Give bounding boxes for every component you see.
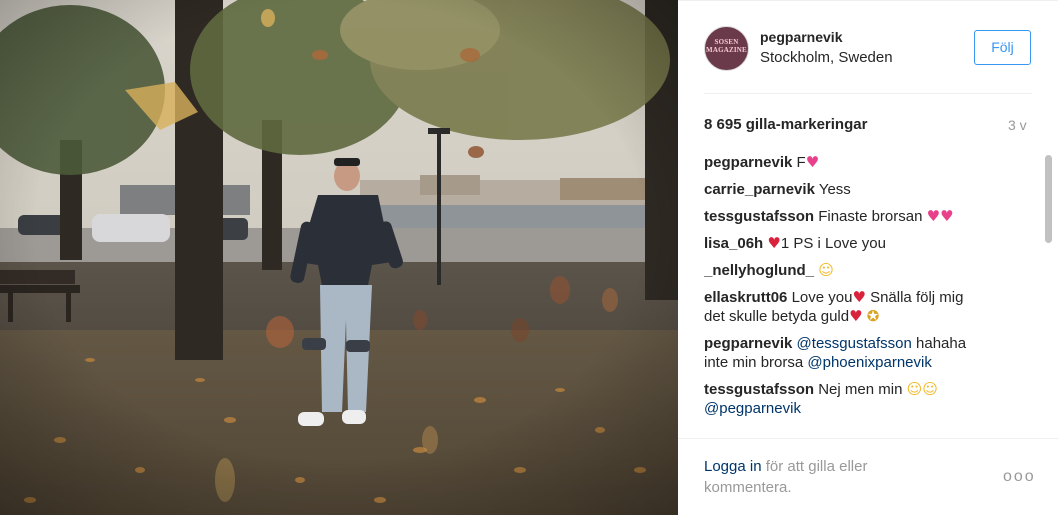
comments-scrollbar[interactable] [1045,153,1052,436]
medal-icon: ✪ [866,307,880,325]
username-link[interactable]: pegparnevik [760,29,842,45]
kissing-face-icon: ☺ [922,380,938,398]
heart-icon: ♥ [767,234,781,252]
follow-button[interactable]: Följ [974,30,1031,65]
comment-username[interactable]: pegparnevik [704,154,792,171]
comment: pegparnevik @tessgustafsson hahaha inte … [704,334,1042,372]
post-timestamp[interactable]: 3 v [1008,117,1027,133]
comment-username[interactable]: carrie_parnevik [704,181,815,198]
heart-eyes-face-icon: ☺ [818,261,834,279]
heart-icon: ♥ [852,288,866,306]
comment-username[interactable]: tessgustafsson [704,208,814,225]
login-prompt-text-2: kommentera. [704,479,792,496]
avatar-logo-text: SOSEN MAGAZINE [706,38,747,54]
location-link[interactable]: Stockholm, Sweden [760,49,893,66]
comment: lisa_06h ♥1 PS i Love you [704,234,1042,253]
mention-link[interactable]: @phoenixparnevik [807,354,931,371]
comment-text: 1 PS i Love you [780,235,886,252]
heart-icon: ♥ [849,307,863,325]
comment-text: hahaha [916,335,967,352]
mention-link[interactable]: @tessgustafsson [797,335,912,352]
comment-text: F [796,154,806,171]
sparkling-heart-icon: ♥ [926,207,941,225]
comment-username[interactable]: _nellyhoglund_ [704,262,814,279]
comment-text: Finaste brorsan [818,208,923,225]
comment-username[interactable]: pegparnevik [704,335,792,352]
divider [704,93,1032,94]
kissing-face-icon: ☺ [906,380,923,398]
comment: ellaskrutt06 Love you♥ Snälla följ mig d… [704,288,1042,326]
post-header: SOSEN MAGAZINE pegparnevik Stockholm, Sw… [678,1,1058,93]
comment: carrie_parnevik Yess [704,180,1042,199]
comment-text: Nej men min [818,381,903,398]
comment-text: Snälla följ mig [870,289,964,306]
comment-username[interactable]: ellaskrutt06 [704,289,787,306]
comment: _nellyhoglund_ ☺ [704,261,1042,280]
caption: pegparnevik F♥ [704,153,1042,172]
comment-text: det skulle betyda guld [704,308,850,325]
scrollbar-thumb[interactable] [1045,155,1052,243]
comment-text: Love you [791,289,853,306]
login-link[interactable]: Logga in [704,458,762,475]
more-options-icon[interactable]: ooo [1003,468,1036,486]
post-photo[interactable] [0,0,678,515]
comment-username[interactable]: lisa_06h [704,235,763,252]
login-prompt-text: för att gilla eller [765,458,868,475]
login-prompt: Logga in för att gilla eller kommentera. [704,456,954,498]
divider [678,438,1058,439]
comment: tessgustafsson Nej men min ☺☺ @pegparnev… [704,380,1042,418]
comment: tessgustafsson Finaste brorsan ♥♥ [704,207,1042,226]
avatar[interactable]: SOSEN MAGAZINE [704,26,749,71]
likes-count[interactable]: 8 695 gilla-markeringar [704,116,867,133]
mention-link[interactable]: @pegparnevik [704,400,801,417]
comment-username[interactable]: tessgustafsson [704,381,814,398]
sparkling-heart-icon: ♥ [940,207,954,225]
post-details-panel: SOSEN MAGAZINE pegparnevik Stockholm, Sw… [678,0,1058,515]
comment-text: inte min brorsa [704,354,804,371]
comment-list: pegparnevik F♥ carrie_parnevik Yess tess… [704,153,1042,436]
comment-text: Yess [818,181,851,198]
sparkling-heart-icon: ♥ [805,153,820,171]
